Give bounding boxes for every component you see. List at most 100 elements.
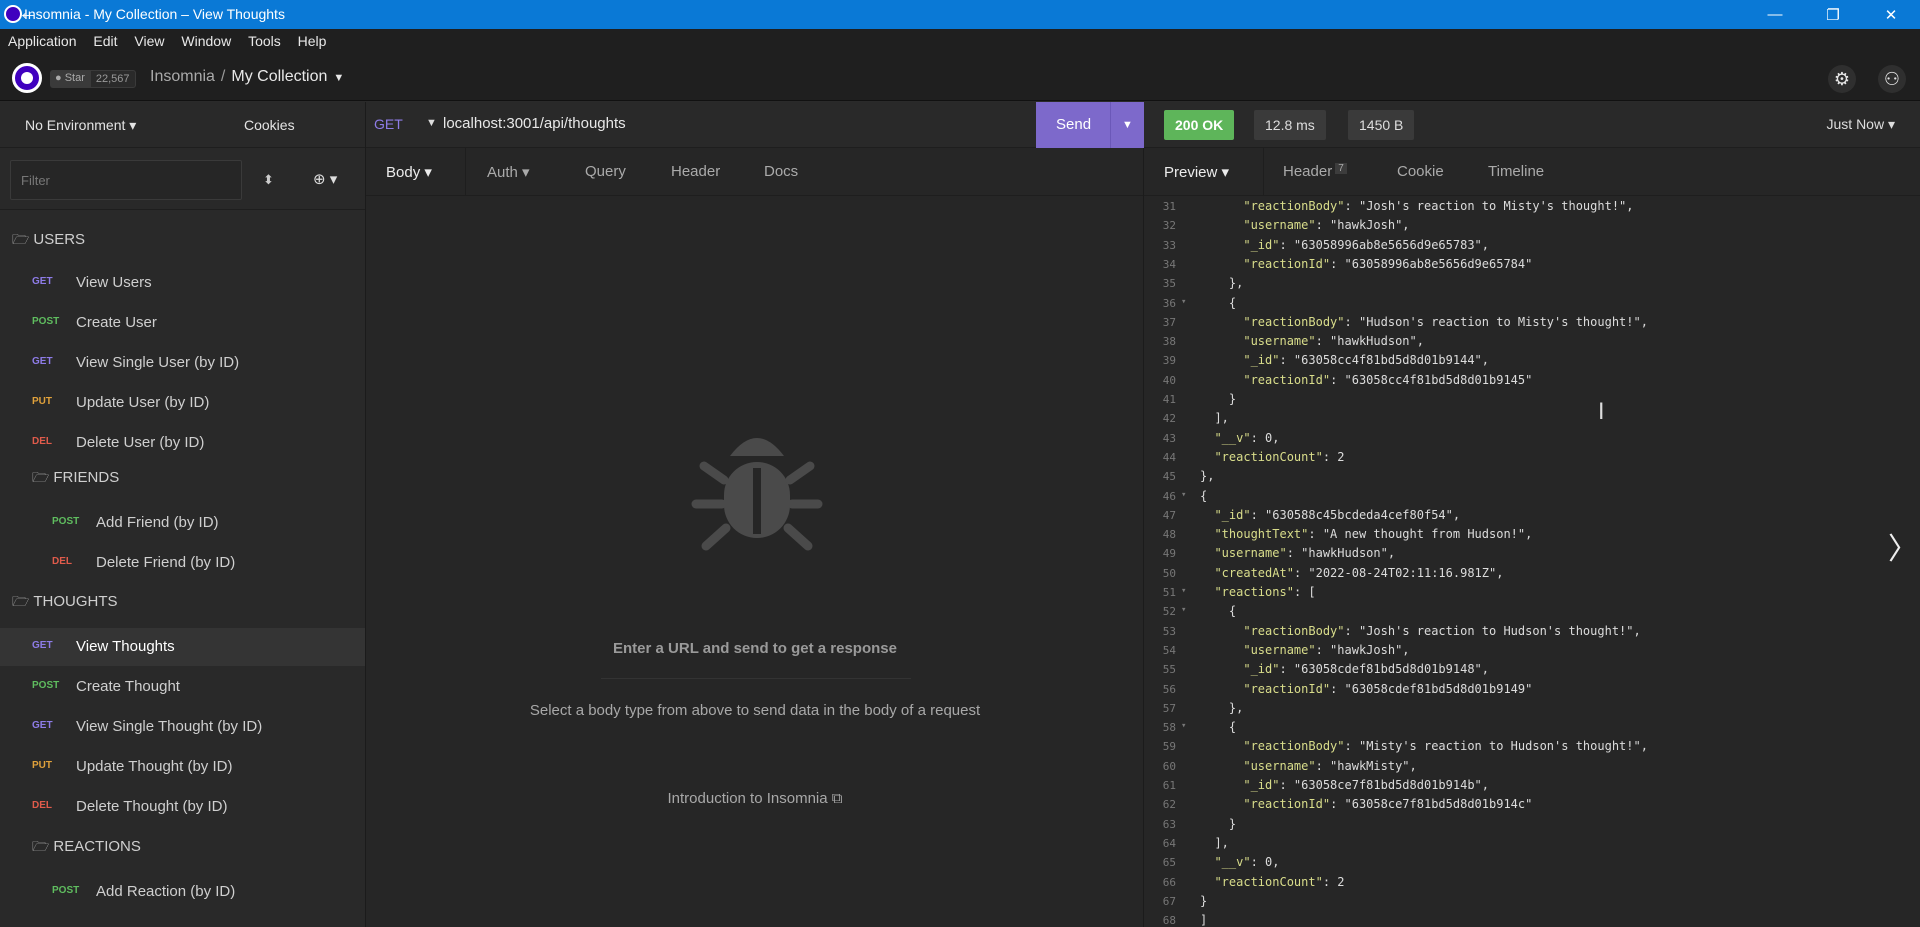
line-number: 59 [1162, 740, 1176, 754]
line-number: 34 [1162, 257, 1176, 271]
code-line: 53 "reactionBody": "Josh's reaction to H… [1144, 622, 1920, 641]
request-view-single-user[interactable]: GET View Single User (by ID) [0, 344, 365, 382]
code-line: 57 }, [1144, 699, 1920, 718]
chevron-down-icon[interactable]: ▼ [1110, 102, 1144, 148]
response-body-viewer[interactable]: 31 "reactionBody": "Josh's reaction to M… [1144, 197, 1920, 927]
menu-tools[interactable]: Tools [248, 29, 281, 49]
history-dropdown[interactable]: Just Now ▾ [1827, 116, 1896, 133]
line-number: 49 [1162, 547, 1176, 561]
line-number: 64 [1162, 836, 1176, 850]
tab-preview[interactable]: Preview ▾ [1164, 163, 1229, 181]
line-number: 52 [1162, 605, 1176, 619]
code-line: 54 "username": "hawkJosh", [1144, 641, 1920, 660]
line-number: 50 [1162, 566, 1176, 580]
code-line: 40 "reactionId": "63058cc4f81bd5d8d01b91… [1144, 371, 1920, 390]
minimize-button[interactable]: — [1746, 0, 1804, 29]
tab-docs[interactable]: Docs [764, 163, 798, 180]
tab-timeline[interactable]: Timeline [1488, 163, 1544, 180]
breadcrumb-root[interactable]: Insomnia [150, 68, 215, 85]
tab-body[interactable]: Body ▾ [386, 163, 432, 181]
request-label: Create Thought [76, 678, 180, 695]
bug-icon [691, 438, 823, 551]
url-input[interactable]: localhost:3001/api/thoughts [443, 115, 626, 132]
menu-edit[interactable]: Edit [93, 29, 117, 49]
code-line: 49 "username": "hawkHudson", [1144, 544, 1920, 563]
github-star-label: ● Star [50, 70, 90, 88]
tab-auth[interactable]: Auth ▾ [487, 163, 530, 181]
insomnia-brand-icon[interactable] [12, 63, 42, 93]
tab-response-header[interactable]: Header 7 [1283, 163, 1347, 180]
code-line: 52 ▾ { [1144, 602, 1920, 621]
line-number: 56 [1162, 682, 1176, 696]
request-label: View Users [76, 274, 152, 291]
folder-reactions[interactable]: 🗁 REACTIONS [32, 836, 141, 860]
code-text: "username": "hawkMisty", [1243, 758, 1417, 773]
send-button[interactable]: Send ▼ [1036, 102, 1144, 148]
gear-icon[interactable]: ⚙ [1828, 65, 1856, 93]
request-view-users[interactable]: GET View Users [0, 264, 365, 302]
response-status-bar: 200 OK 12.8 ms 1450 B Just Now ▾ [1144, 102, 1920, 148]
folder-friends[interactable]: 🗁 FRIENDS [32, 467, 119, 491]
cookies-button[interactable]: Cookies [244, 117, 295, 133]
chevron-down-icon[interactable]: ▼ [333, 72, 344, 84]
code-text: { [1200, 488, 1208, 503]
code-line: 44 "reactionCount": 2 [1144, 448, 1920, 467]
code-line: 46 ▾ { [1144, 487, 1920, 506]
menu-application[interactable]: Application [8, 29, 77, 49]
menu-view[interactable]: View [134, 29, 164, 49]
code-text: { [1200, 720, 1237, 735]
request-update-user[interactable]: PUT Update User (by ID) [0, 384, 365, 422]
request-view-thoughts[interactable]: GET View Thoughts [0, 628, 365, 666]
maximize-button[interactable]: ❐ [1804, 0, 1862, 29]
chevron-right-icon[interactable]: 〉 [1888, 524, 1918, 568]
fold-toggle-icon[interactable]: ▾ [1181, 297, 1186, 307]
method-select[interactable]: GET [374, 116, 403, 132]
request-view-single-thought[interactable]: GET View Single Thought (by ID) [0, 708, 365, 746]
fold-toggle-icon[interactable]: ▾ [1181, 490, 1186, 500]
code-text: "reactionBody": "Misty's reaction to Hud… [1243, 739, 1648, 754]
fold-toggle-icon[interactable]: ▾ [1181, 586, 1186, 596]
tab-query[interactable]: Query [585, 163, 626, 180]
request-delete-friend[interactable]: DEL Delete Friend (by ID) [0, 544, 365, 582]
breadcrumb-current[interactable]: My Collection [231, 68, 327, 85]
request-label: Add Friend (by ID) [96, 514, 219, 531]
request-delete-thought[interactable]: DEL Delete Thought (by ID) [0, 788, 365, 826]
request-update-thought[interactable]: PUT Update Thought (by ID) [0, 748, 365, 786]
line-number: 55 [1162, 663, 1176, 677]
code-line: 68] [1144, 911, 1920, 927]
menu-help[interactable]: Help [298, 29, 327, 49]
sort-icon[interactable]: ⬍ [263, 172, 274, 188]
request-add-friend[interactable]: POST Add Friend (by ID) [0, 504, 365, 542]
add-menu-icon[interactable]: ⊕ ▾ [313, 170, 337, 188]
environment-select[interactable]: No Environment ▾ [25, 117, 136, 134]
line-number: 51 [1162, 586, 1176, 599]
close-button[interactable]: ✕ [1862, 0, 1920, 29]
request-delete-user[interactable]: DEL Delete User (by ID) [0, 424, 365, 462]
tab-header[interactable]: Header [671, 163, 720, 180]
fold-toggle-icon[interactable]: ▾ [1181, 721, 1186, 731]
method-badge: POST [52, 516, 80, 527]
line-number: 60 [1162, 759, 1176, 773]
request-create-user[interactable]: POST Create User [0, 304, 365, 342]
filter-input[interactable] [10, 160, 242, 200]
request-tabs: Body ▾ Auth ▾ Query Header Docs [366, 148, 1143, 196]
account-icon[interactable]: ⚇ [1878, 65, 1906, 93]
code-text: "reactionId": "63058cdef81bd5d8d01b9149" [1243, 681, 1533, 696]
tab-cookie[interactable]: Cookie [1397, 163, 1444, 180]
chevron-down-icon[interactable]: ▼ [426, 117, 437, 129]
github-star-badge[interactable]: ● Star 22,567 [50, 70, 136, 88]
line-number: 46 [1162, 489, 1176, 503]
breadcrumb-separator: / [220, 68, 226, 85]
code-text: "reactionBody": "Josh's reaction to Huds… [1243, 623, 1641, 638]
fold-toggle-icon[interactable]: ▾ [1181, 605, 1186, 615]
request-add-reaction[interactable]: POST Add Reaction (by ID) [0, 873, 365, 911]
request-label: View Single Thought (by ID) [76, 718, 263, 735]
code-text: "createdAt": "2022-08-24T02:11:16.981Z", [1214, 565, 1504, 580]
code-text: ], [1200, 411, 1229, 426]
intro-link[interactable]: Introduction to Insomnia ⧉ [366, 790, 1144, 807]
folder-users[interactable]: 🗁 USERS [12, 229, 85, 253]
request-create-thought[interactable]: POST Create Thought [0, 668, 365, 706]
menu-window[interactable]: Window [181, 29, 231, 49]
code-line: 66 "reactionCount": 2 [1144, 873, 1920, 892]
folder-thoughts[interactable]: 🗁 THOUGHTS [12, 591, 118, 615]
